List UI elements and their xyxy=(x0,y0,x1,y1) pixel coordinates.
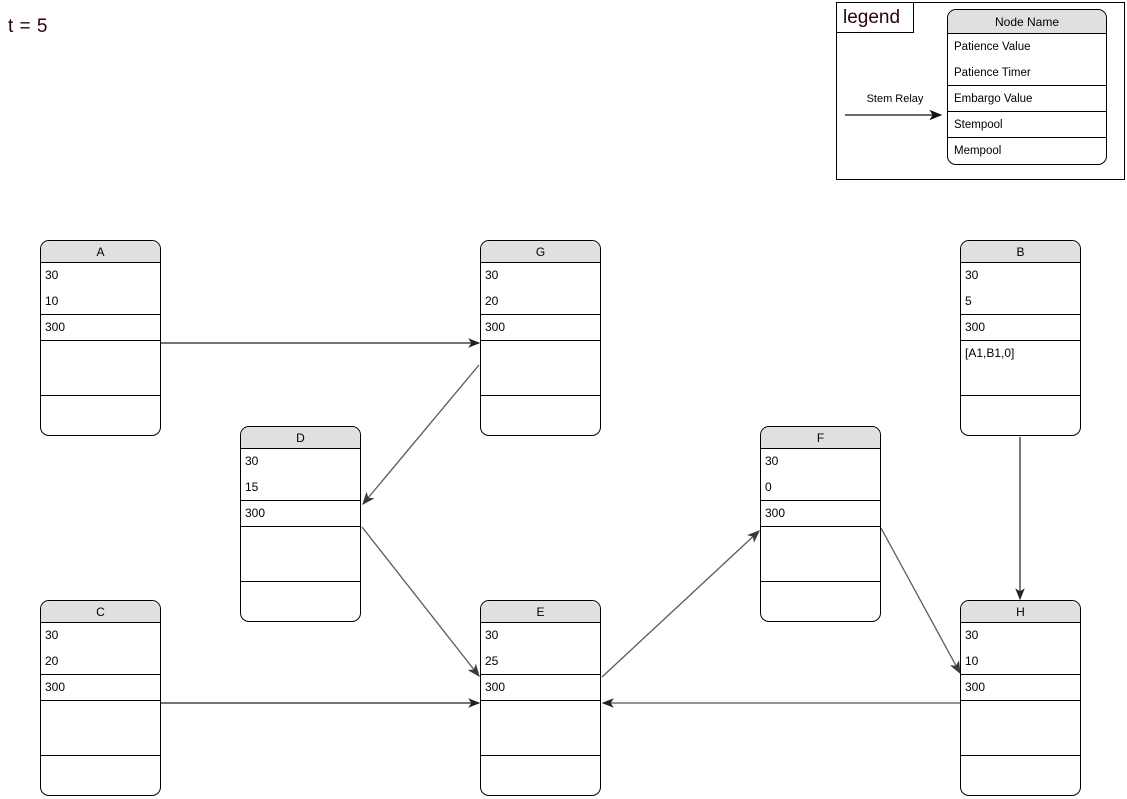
legend-panel: legend Stem Relay Node Name Patience Val… xyxy=(836,2,1125,180)
node-e-embargo-value: 300 xyxy=(481,675,600,701)
node-c-embargo-value: 300 xyxy=(41,675,160,701)
node-c-patience-value: 30 xyxy=(45,628,59,642)
node-f-mempool xyxy=(761,582,880,621)
node-h-mempool xyxy=(961,756,1080,795)
node-g-name: G xyxy=(481,241,600,263)
node-f[interactable]: F 30 0 300 xyxy=(760,426,881,622)
node-h-name: H xyxy=(961,601,1080,623)
node-b-patience-timer: 5 xyxy=(961,289,1080,315)
node-b-stempool: [A1,B1,0] xyxy=(961,341,1080,396)
node-a-embargo-value: 300 xyxy=(41,315,160,341)
node-c-patience-timer: 20 xyxy=(41,649,160,675)
node-e-patience-value: 30 xyxy=(485,628,499,642)
node-a-patience-value: 30 xyxy=(45,268,59,282)
node-b[interactable]: B 30 5 300 [A1,B1,0] xyxy=(960,240,1081,436)
node-d-patience-value: 30 xyxy=(245,454,259,468)
edge-f-to-h xyxy=(880,527,961,675)
node-g-patience-value: 30 xyxy=(485,268,499,282)
node-a-name: A xyxy=(41,241,160,263)
legend-field-stempool: Stempool xyxy=(948,112,1106,138)
node-d[interactable]: D 30 15 300 xyxy=(240,426,361,622)
node-g-patience-timer: 20 xyxy=(481,289,600,315)
node-g-mempool xyxy=(481,396,600,435)
node-d-embargo-value: 300 xyxy=(241,501,360,527)
node-f-stempool xyxy=(761,527,880,582)
node-d-stempool xyxy=(241,527,360,582)
edge-e-to-f xyxy=(601,530,760,678)
node-f-patience-timer: 0 xyxy=(761,475,880,501)
node-g-stempool xyxy=(481,341,600,396)
legend-node-header: Node Name xyxy=(948,10,1106,34)
node-c-mempool xyxy=(41,756,160,795)
node-d-name: D xyxy=(241,427,360,449)
legend-field-embargo-value: Embargo Value xyxy=(948,86,1106,112)
node-g[interactable]: G 30 20 300 xyxy=(480,240,601,436)
legend-field-mempool: Mempool xyxy=(954,145,1002,157)
node-d-mempool xyxy=(241,582,360,621)
node-b-patience-value: 30 xyxy=(965,268,979,282)
legend-title: legend xyxy=(836,2,914,33)
node-f-patience-value: 30 xyxy=(765,454,779,468)
node-a[interactable]: A 30 10 300 xyxy=(40,240,161,436)
stem-relay-label: Stem Relay xyxy=(866,93,924,105)
node-f-embargo-value: 300 xyxy=(761,501,880,527)
node-e[interactable]: E 30 25 300 xyxy=(480,600,601,796)
node-b-embargo-value: 300 xyxy=(961,315,1080,341)
node-h-stempool xyxy=(961,701,1080,756)
node-a-patience-timer: 10 xyxy=(41,289,160,315)
node-c-stempool xyxy=(41,701,160,756)
node-h-patience-timer: 10 xyxy=(961,649,1080,675)
node-e-name: E xyxy=(481,601,600,623)
node-d-patience-timer: 15 xyxy=(241,475,360,501)
node-e-patience-timer: 25 xyxy=(481,649,600,675)
node-a-stempool xyxy=(41,341,160,396)
legend-field-patience-timer: Patience Timer xyxy=(948,60,1106,86)
node-f-name: F xyxy=(761,427,880,449)
node-a-mempool xyxy=(41,396,160,435)
legend-node-template: Node Name Patience Value Patience Timer … xyxy=(947,9,1107,165)
node-h[interactable]: H 30 10 300 xyxy=(960,600,1081,796)
node-e-stempool xyxy=(481,701,600,756)
node-b-name: B xyxy=(961,241,1080,263)
node-c-name: C xyxy=(41,601,160,623)
node-h-patience-value: 30 xyxy=(965,628,979,642)
node-e-mempool xyxy=(481,756,600,795)
edge-d-to-e xyxy=(361,526,480,678)
edge-g-to-d xyxy=(362,364,480,505)
legend-field-patience-value: Patience Value xyxy=(954,41,1031,53)
node-h-embargo-value: 300 xyxy=(961,675,1080,701)
stem-relay-arrow-icon xyxy=(845,109,943,121)
node-b-mempool xyxy=(961,396,1080,435)
node-c[interactable]: C 30 20 300 xyxy=(40,600,161,796)
time-step-label: t = 5 xyxy=(8,16,48,37)
node-g-embargo-value: 300 xyxy=(481,315,600,341)
